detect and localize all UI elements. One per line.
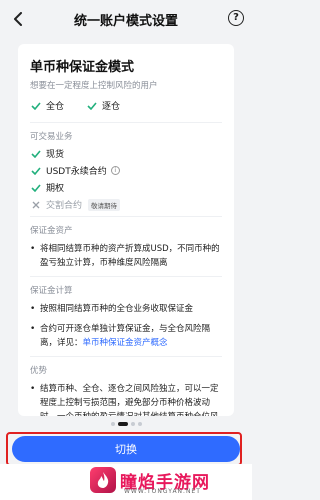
- margin-assets-bullet: • 将相同结算币种的资产折算成USD，不同币种的盈亏独立计算，币种维度风险隔离: [30, 244, 220, 268]
- mode-label: 逐仓: [102, 102, 121, 112]
- divider: [30, 356, 222, 357]
- page-dot[interactable]: [110, 422, 115, 426]
- page-indicator: [0, 421, 252, 427]
- mode-label: 全仓: [46, 102, 65, 112]
- coming-soon-badge: 敬请期待: [88, 198, 121, 211]
- concept-link[interactable]: 单币种保证金资产概念: [83, 338, 168, 348]
- check-icon: [30, 100, 42, 112]
- check-icon: [30, 165, 42, 177]
- advantages-label: 优势: [30, 366, 48, 376]
- biz-item-delivery: 交割合约 敬请期待: [30, 198, 222, 211]
- margin-calc-bullet-2: • 合约可开逐仓单独计算保证金，与全仓风险隔离，详见：单币种保证金资产概念: [30, 324, 211, 348]
- advantages-bullet: • 结算币种、全仓、逐仓之间风险独立，可以一定程度上控制亏损范围，避免部分币种价…: [30, 382, 222, 416]
- watermark-url: WWW.TONGYAN.NET: [124, 488, 201, 495]
- biz-label: 期权: [46, 184, 65, 194]
- biz-item-spot: 现货: [30, 148, 222, 160]
- biz-label: 交割合约: [46, 201, 83, 211]
- flame-logo-icon: [90, 467, 116, 493]
- margin-calc-bullet-1: • 按照相同结算币种的全仓业务收取保证金: [30, 304, 194, 314]
- page-dot-active[interactable]: [117, 422, 128, 426]
- bullet-dot: •: [30, 304, 36, 314]
- chevron-left-icon: [14, 12, 22, 26]
- card-title: 单币种保证金模式: [30, 60, 135, 75]
- divider: [30, 276, 222, 277]
- mode-card: 单币种保证金模式 想要在一定程度上控制风险的用户 全仓 逐仓 可交易业务 现货 …: [18, 44, 234, 416]
- bullet-dot: •: [30, 384, 36, 394]
- watermark-bar: 瞳焰手游网 WWW.TONGYAN.NET: [0, 464, 252, 500]
- page-title: 统一账户模式设置: [73, 13, 178, 29]
- help-icon[interactable]: ?: [228, 10, 244, 26]
- bullet-dot: •: [30, 324, 36, 334]
- margin-modes: 全仓 逐仓: [30, 99, 222, 112]
- margin-assets-label: 保证金资产: [30, 226, 73, 236]
- card-subtitle: 想要在一定程度上控制风险的用户: [30, 81, 158, 91]
- divider: [30, 122, 222, 123]
- page-dot[interactable]: [137, 422, 142, 426]
- biz-item-usdt-perp: USDT永续合约 i: [30, 165, 222, 177]
- switch-button[interactable]: 切换: [12, 436, 240, 462]
- divider: [30, 216, 222, 217]
- biz-item-options: 期权: [30, 182, 222, 194]
- margin-calc-label: 保证金计算: [30, 286, 73, 296]
- back-button[interactable]: [8, 9, 28, 29]
- biz-label: 现货: [46, 150, 65, 160]
- check-icon: [86, 100, 98, 112]
- mode-item-isolated: 逐仓: [86, 99, 120, 112]
- biz-label: USDT永续合约: [46, 167, 107, 177]
- info-icon[interactable]: i: [110, 166, 120, 175]
- bullet-dot: •: [30, 244, 36, 254]
- check-icon: [30, 182, 42, 194]
- close-icon: [30, 199, 42, 211]
- tradable-label: 可交易业务: [30, 132, 73, 142]
- page-dot[interactable]: [130, 422, 135, 426]
- top-bar: 统一账户模式设置 ?: [0, 0, 252, 38]
- check-icon: [30, 148, 42, 160]
- mode-item-cross: 全仓: [30, 99, 64, 112]
